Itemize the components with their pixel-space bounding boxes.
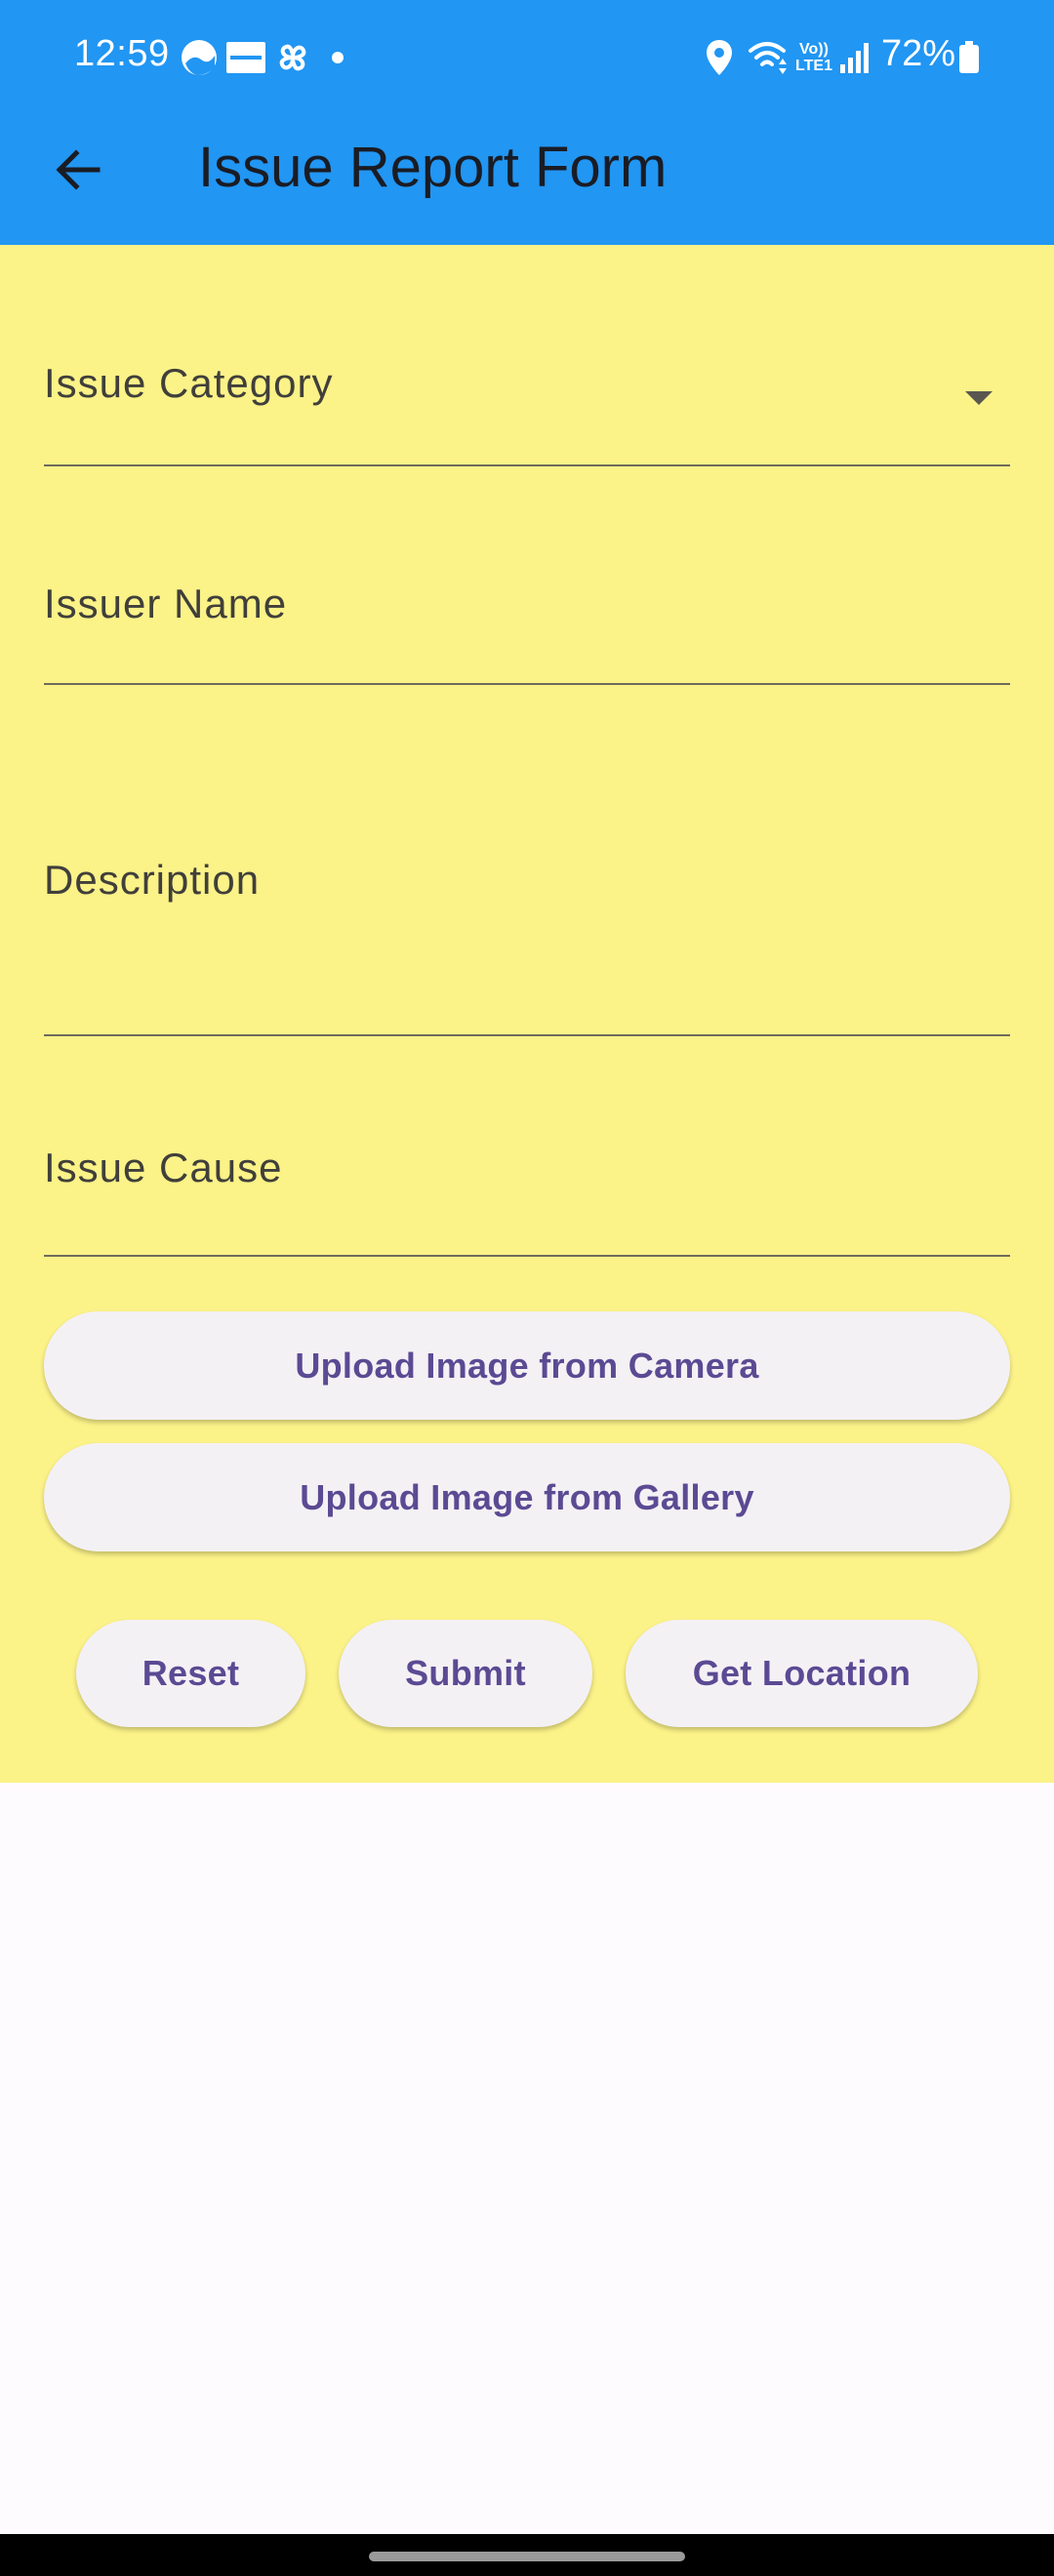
back-button[interactable] <box>39 131 117 209</box>
notification-dot-icon <box>327 37 348 78</box>
page-title: Issue Report Form <box>198 136 668 199</box>
dropdown-arrow-icon <box>965 391 993 405</box>
issue-category-dropdown[interactable]: Issue Category <box>44 313 1010 466</box>
issue-report-form: Issue Category Issuer Name Description I… <box>0 245 1054 1783</box>
volte-label: Vo)) LTE1 <box>795 41 832 74</box>
pinwheel-icon <box>272 37 313 78</box>
wifi-icon <box>748 37 792 78</box>
issuer-name-label: Issuer Name <box>44 581 288 626</box>
battery-icon <box>956 37 982 78</box>
description-field[interactable]: Description <box>44 763 1010 1036</box>
submit-button[interactable]: Submit <box>339 1620 592 1727</box>
home-gesture-handle[interactable] <box>369 2552 685 2561</box>
weather-icon <box>179 37 220 78</box>
issue-cause-label: Issue Cause <box>44 1145 283 1190</box>
location-icon <box>703 37 736 78</box>
volte-icon: Vo)) LTE1 <box>792 37 835 78</box>
status-bar: 12:59 Vo)) LTE1 72% <box>0 0 1054 115</box>
battery-percent: 72% <box>881 33 956 74</box>
reset-button[interactable]: Reset <box>76 1620 305 1727</box>
get-location-button[interactable]: Get Location <box>626 1620 978 1727</box>
upload-camera-button[interactable]: Upload Image from Camera <box>44 1311 1010 1420</box>
app-bar: 12:59 Vo)) LTE1 72% Issue Report Form <box>0 0 1054 245</box>
signal-icon <box>837 37 872 78</box>
issuer-name-field[interactable]: Issuer Name <box>44 534 1010 685</box>
app-notification-icon <box>225 37 266 78</box>
status-time: 12:59 <box>74 33 170 74</box>
issue-cause-field[interactable]: Issue Cause <box>44 1106 1010 1257</box>
empty-content-area <box>0 1783 1054 2534</box>
upload-gallery-button[interactable]: Upload Image from Gallery <box>44 1443 1010 1551</box>
issue-category-label: Issue Category <box>44 360 334 406</box>
arrow-left-icon <box>56 149 101 190</box>
description-label: Description <box>44 857 261 903</box>
